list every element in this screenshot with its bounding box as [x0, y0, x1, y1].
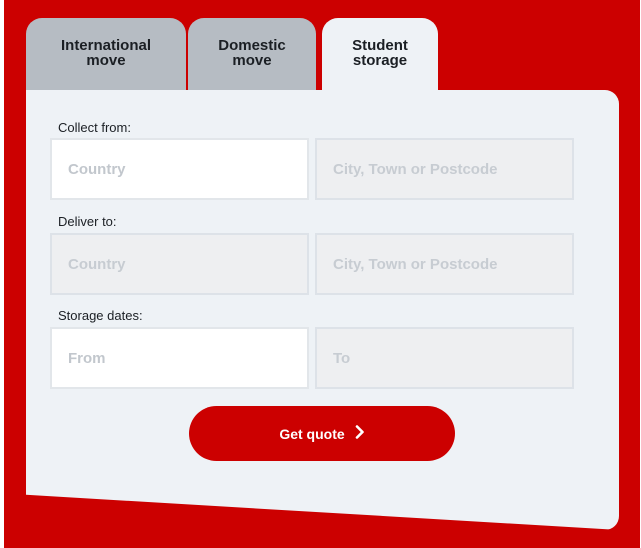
tab-student-label: Student storage: [352, 37, 408, 69]
deliver-city-field[interactable]: City, Town or Postcode: [315, 233, 574, 295]
tab-international-move[interactable]: International move: [26, 18, 186, 98]
get-quote-button[interactable]: Get quote: [189, 406, 455, 461]
collect-country-field[interactable]: Country: [50, 138, 309, 200]
deliver-to-label: Deliver to:: [58, 214, 117, 229]
chevron-right-icon: [355, 425, 365, 442]
deliver-country-field[interactable]: Country: [50, 233, 309, 295]
tab-international-label: International move: [60, 37, 151, 69]
date-to-field[interactable]: To: [315, 327, 574, 389]
collect-from-label: Collect from:: [58, 120, 131, 135]
tab-student-storage[interactable]: Student storage: [322, 18, 438, 102]
get-quote-label: Get quote: [279, 425, 345, 442]
storage-dates-label: Storage dates:: [58, 308, 143, 323]
tab-domestic-label: Domestic move: [218, 37, 286, 69]
tab-domestic-move[interactable]: Domestic move: [188, 18, 316, 98]
date-from-field[interactable]: From: [50, 327, 309, 389]
collect-city-field[interactable]: City, Town or Postcode: [315, 138, 574, 200]
